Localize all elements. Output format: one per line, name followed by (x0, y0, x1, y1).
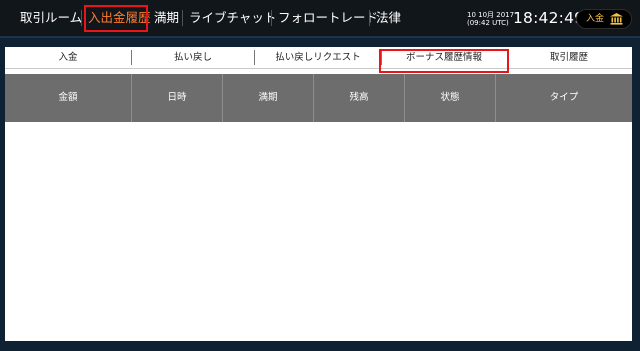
history-panel: 入金 払い戻し 払い戻しリクエスト ボーナス履歴情報 取引履歴 金額 日時 満期… (5, 47, 632, 341)
nav-expiry[interactable]: 満期 (154, 9, 179, 27)
nav-trading-room[interactable]: 取引ルーム (20, 9, 82, 27)
nav-divider (271, 10, 272, 26)
nav-selection-highlight (84, 5, 148, 32)
nav-divider (369, 10, 370, 26)
utc-time-line: (09:42 UTC) (467, 19, 509, 27)
nav-divider (81, 10, 82, 26)
date-display: 10 10月 2017 (09:42 UTC) (467, 11, 515, 27)
column-header-status[interactable]: 状態 (405, 74, 495, 122)
tab-trade-history[interactable]: 取引履歴 (506, 47, 632, 68)
column-header-type[interactable]: タイプ (496, 74, 632, 122)
table-header: 金額 日時 満期 残高 状態 タイプ (5, 74, 632, 122)
clock-time: 18:42:49 (513, 9, 585, 27)
tab-selection-highlight (379, 49, 509, 73)
tab-deposit[interactable]: 入金 (5, 47, 131, 68)
nav-follow-trade[interactable]: フォロートレード (278, 9, 378, 27)
history-tabs: 入金 払い戻し 払い戻しリクエスト ボーナス履歴情報 取引履歴 (5, 47, 632, 69)
column-header-balance[interactable]: 残高 (314, 74, 404, 122)
bank-icon (610, 13, 623, 25)
date-line: 10 10月 2017 (467, 11, 515, 19)
nav-divider (182, 10, 183, 26)
deposit-button[interactable]: 入金 (576, 9, 632, 29)
table-body (5, 122, 632, 341)
top-nav-bar: 取引ルーム 入出金履歴 満期 ライブチャット フォロートレード 法律 10 10… (0, 0, 640, 36)
tab-withdrawal-request[interactable]: 払い戻しリクエスト (255, 47, 381, 68)
column-header-datetime[interactable]: 日時 (132, 74, 222, 122)
nav-underline-strip (0, 36, 640, 38)
nav-live-chat[interactable]: ライブチャット (189, 9, 276, 27)
tab-withdrawal[interactable]: 払い戻し (132, 47, 254, 68)
column-header-expiry[interactable]: 満期 (223, 74, 313, 122)
deposit-button-label: 入金 (586, 14, 605, 24)
column-header-amount[interactable]: 金額 (5, 74, 131, 122)
nav-legal[interactable]: 法律 (376, 9, 401, 27)
